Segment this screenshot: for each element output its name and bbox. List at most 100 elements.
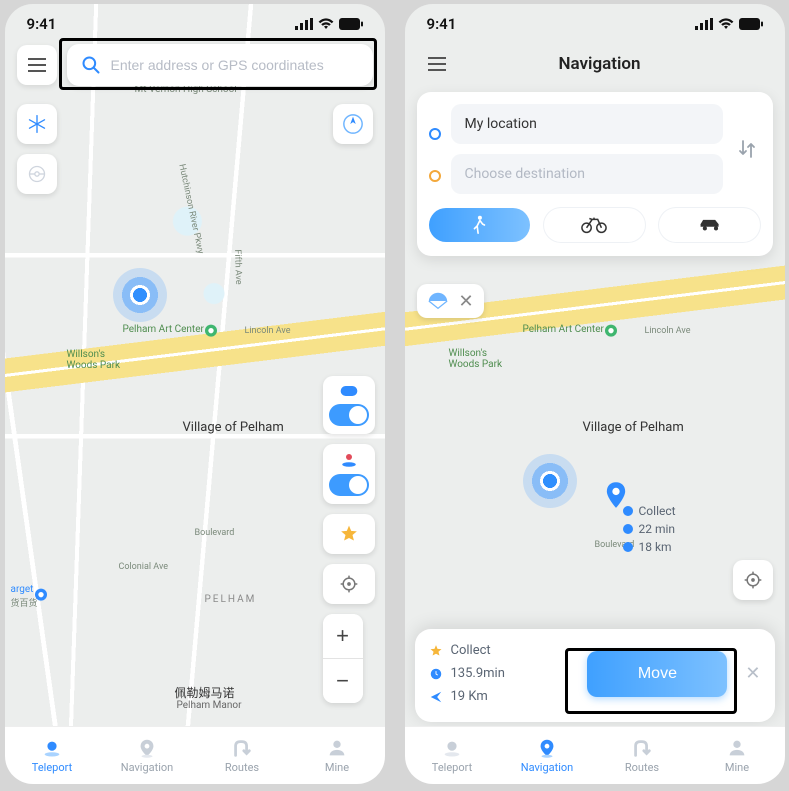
dest-collect: Collect bbox=[639, 504, 676, 518]
zoom-in-button[interactable]: + bbox=[323, 614, 363, 658]
mode-walk[interactable] bbox=[429, 208, 530, 242]
move-button[interactable]: Move bbox=[587, 651, 727, 697]
destination-field[interactable]: Choose destination bbox=[451, 154, 723, 194]
tab-navigation[interactable]: Navigation bbox=[500, 727, 595, 784]
zoom-control: + − bbox=[323, 614, 363, 703]
map-label-parkway: Hutchinson River Pkwy bbox=[176, 163, 205, 255]
walk-icon bbox=[471, 215, 487, 235]
tab-navigation-label: Navigation bbox=[521, 761, 574, 774]
hamburger-icon bbox=[428, 57, 446, 71]
locate-button[interactable] bbox=[733, 560, 773, 600]
tab-routes[interactable]: Routes bbox=[595, 727, 690, 784]
tab-routes-label: Routes bbox=[225, 761, 259, 774]
mode-bike[interactable] bbox=[544, 208, 645, 242]
star-icon bbox=[429, 644, 443, 658]
navigation-icon bbox=[536, 737, 558, 759]
favorites-button[interactable] bbox=[323, 514, 375, 554]
tab-routes-label: Routes bbox=[625, 761, 659, 774]
layer-pill: ✕ bbox=[417, 284, 484, 318]
map-label-fifth: Fifth Ave bbox=[231, 249, 242, 284]
search-bar[interactable] bbox=[67, 44, 373, 86]
compass-button[interactable] bbox=[333, 104, 373, 144]
cellular-icon bbox=[295, 18, 313, 30]
travel-modes bbox=[429, 208, 761, 242]
tab-teleport-label: Teleport bbox=[32, 761, 72, 774]
poi-art-center bbox=[203, 324, 219, 344]
person-icon bbox=[726, 737, 748, 759]
tab-mine[interactable]: Mine bbox=[690, 727, 785, 784]
car-icon bbox=[698, 218, 722, 232]
locate-button[interactable] bbox=[323, 564, 375, 604]
tab-mine-label: Mine bbox=[725, 761, 749, 774]
top-bar bbox=[17, 44, 373, 86]
tab-teleport[interactable]: Teleport bbox=[5, 727, 100, 784]
routes-icon bbox=[231, 737, 253, 759]
map-label-manor: Pelham Manor bbox=[177, 700, 242, 711]
dest-time: 22 min bbox=[639, 522, 676, 536]
swap-button[interactable] bbox=[733, 138, 761, 160]
origin-dot-icon bbox=[429, 128, 441, 140]
menu-button[interactable] bbox=[17, 45, 57, 85]
origin-field[interactable]: My location bbox=[451, 104, 723, 144]
dest-dot-icon bbox=[429, 170, 441, 182]
phone-navigation: 9:41 Pelham Art Center Lincoln Ave Wills… bbox=[405, 4, 785, 784]
swap-icon bbox=[738, 138, 756, 160]
avatar-toggle[interactable] bbox=[323, 444, 375, 504]
crosshair-icon bbox=[743, 570, 763, 590]
status-bar: 9:41 bbox=[405, 4, 785, 38]
star-icon bbox=[339, 524, 359, 544]
arrow-icon bbox=[429, 690, 443, 704]
sheet-close-button[interactable]: ✕ bbox=[745, 663, 760, 684]
tab-bar: Teleport Navigation Routes Mine bbox=[5, 726, 385, 784]
search-icon bbox=[81, 55, 101, 75]
tab-navigation[interactable]: Navigation bbox=[100, 727, 195, 784]
page-title: Navigation bbox=[467, 54, 773, 74]
joystick-toggle[interactable] bbox=[323, 376, 375, 434]
tab-bar: Teleport Navigation Routes Mine bbox=[405, 726, 785, 784]
move-button-label: Move bbox=[638, 665, 677, 682]
wifi-icon bbox=[718, 18, 734, 30]
teleport-icon bbox=[41, 737, 63, 759]
map-label-village: Village of Pelham bbox=[183, 420, 284, 435]
cellular-icon bbox=[695, 18, 713, 30]
sheet-dist: 19 Km bbox=[451, 689, 488, 704]
sheet-collect: Collect bbox=[451, 643, 491, 658]
tab-teleport-label: Teleport bbox=[432, 761, 472, 774]
parachute-icon bbox=[427, 290, 449, 312]
tab-mine[interactable]: Mine bbox=[290, 727, 385, 784]
map-label-art-center: Pelham Art Center bbox=[123, 324, 204, 335]
layer-close-button[interactable]: ✕ bbox=[459, 291, 474, 312]
map-label-lincoln: Lincoln Ave bbox=[245, 326, 291, 336]
map-label-colonial: Colonial Ave bbox=[119, 562, 169, 572]
teleport-icon bbox=[441, 737, 463, 759]
avatar-switch[interactable] bbox=[329, 474, 369, 496]
left-tools bbox=[17, 104, 57, 194]
routes-icon bbox=[631, 737, 653, 759]
menu-button[interactable] bbox=[417, 44, 457, 84]
search-input[interactable] bbox=[111, 57, 359, 73]
map-label-village: Village of Pelham bbox=[583, 420, 684, 435]
pokeball-button[interactable] bbox=[17, 154, 57, 194]
status-indicators bbox=[695, 18, 763, 30]
wifi-icon bbox=[318, 18, 334, 30]
current-location-dot bbox=[523, 454, 577, 508]
map-label-pelham: PELHAM bbox=[205, 594, 257, 605]
route-card: My location Choose destination bbox=[417, 92, 773, 256]
navigation-icon bbox=[136, 737, 158, 759]
joystick-switch[interactable] bbox=[329, 404, 369, 426]
tab-routes[interactable]: Routes bbox=[195, 727, 290, 784]
tab-teleport[interactable]: Teleport bbox=[405, 727, 500, 784]
dest-dist: 18 km bbox=[639, 540, 672, 554]
destination-info: Collect 22 min 18 km bbox=[623, 504, 676, 554]
map-label-target-cjk: 货百货 bbox=[11, 596, 38, 609]
origin-value: My location bbox=[465, 116, 537, 132]
zoom-out-button[interactable]: − bbox=[323, 659, 363, 703]
map-label-lincoln: Lincoln Ave bbox=[645, 326, 691, 336]
mode-car[interactable] bbox=[659, 208, 760, 242]
snowflake-icon bbox=[27, 114, 47, 134]
snowflake-button[interactable] bbox=[17, 104, 57, 144]
compass-icon bbox=[342, 113, 364, 135]
tab-navigation-label: Navigation bbox=[121, 761, 174, 774]
poi-art-center bbox=[603, 324, 619, 344]
pokeball-icon bbox=[27, 164, 47, 184]
